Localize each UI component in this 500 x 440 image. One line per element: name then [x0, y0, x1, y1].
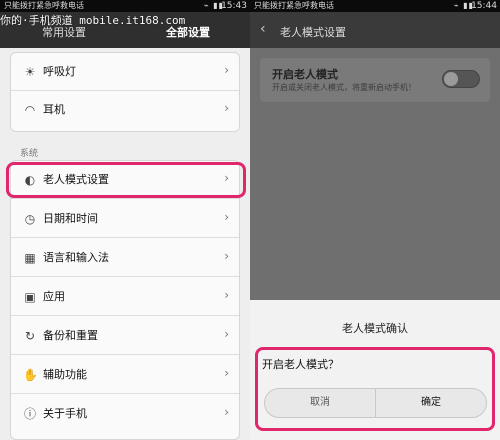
settings-item-label: 应用 — [43, 290, 65, 303]
status-time: 15:43 — [221, 1, 247, 11]
chevron-right-icon: › — [224, 101, 229, 115]
status-bar: 只能拨打紧急呼救电话 ⌁ ▮▮ 15:44 — [250, 0, 500, 12]
breathing-light-icon: ☀ — [24, 65, 36, 79]
settings-item-headset[interactable]: ◠ 耳机 › — [11, 91, 239, 129]
apps-icon: ▣ — [24, 290, 36, 304]
settings-item-backup-reset[interactable]: ↻ 备份和重置 › — [11, 317, 239, 355]
elder-mode-switch[interactable] — [442, 70, 480, 88]
settings-item-label: 关于手机 — [43, 407, 87, 420]
settings-screen-all: 只能拨打紧急呼救电话 ⌁ ▮▮ 15:43 你的·手机频道 mobile.it1… — [0, 0, 250, 440]
settings-card-top: ☀ 呼吸灯 › ◠ 耳机 › — [10, 52, 240, 132]
chevron-right-icon: › — [224, 405, 229, 419]
chevron-right-icon: › — [224, 366, 229, 380]
chevron-right-icon: › — [224, 327, 229, 341]
settings-item-label: 备份和重置 — [43, 329, 98, 342]
toggle-subtitle: 开启或关闭老人模式，将重新启动手机！ — [272, 83, 416, 92]
settings-item-date-time[interactable]: ◷ 日期和时间 › — [11, 200, 239, 238]
settings-item-language-input[interactable]: ▦ 语言和输入法 › — [11, 239, 239, 277]
dialog-title: 老人模式确认 — [342, 322, 408, 335]
settings-item-label: 日期和时间 — [43, 212, 98, 225]
elder-mode-toggle-row[interactable]: 开启老人模式 开启或关闭老人模式，将重新启动手机！ — [260, 58, 490, 102]
carrier-text: 只能拨打紧急呼救电话 — [4, 1, 84, 10]
page-header: ‹ 老人模式设置 — [250, 12, 500, 48]
backup-icon: ↻ — [24, 329, 36, 343]
settings-item-about-phone[interactable]: ⓘ 关于手机 › — [11, 395, 239, 433]
hand-icon: ✋ — [23, 368, 38, 382]
settings-item-label: 语言和输入法 — [43, 251, 109, 264]
section-label-system: 系统 — [20, 149, 39, 159]
highlight-annotation — [255, 347, 495, 431]
carrier-text: 只能拨打紧急呼救电话 — [254, 1, 334, 10]
toggle-title: 开启老人模式 — [272, 68, 338, 81]
status-time: 15:44 — [471, 1, 497, 11]
settings-item-label: 耳机 — [43, 103, 65, 116]
settings-item-accessibility[interactable]: ✋ 辅助功能 › — [11, 356, 239, 394]
elder-mode-screen: 只能拨打紧急呼救电话 ⌁ ▮▮ 15:44 ‹ 老人模式设置 开启老人模式 开启… — [250, 0, 500, 440]
headset-icon: ◠ — [24, 103, 36, 117]
settings-card-system: ◐ 老人模式设置 › ◷ 日期和时间 › ▦ 语言和输入法 › ▣ 应用 › ↻… — [10, 160, 240, 440]
highlight-annotation — [6, 162, 246, 198]
info-icon: ⓘ — [23, 407, 36, 421]
chevron-right-icon: › — [224, 288, 229, 302]
chevron-right-icon: › — [224, 63, 229, 77]
clock-icon: ◷ — [24, 212, 36, 226]
page-title: 老人模式设置 — [280, 26, 346, 39]
back-arrow-icon[interactable]: ‹ — [260, 21, 266, 37]
status-bar: 只能拨打紧急呼救电话 ⌁ ▮▮ 15:43 — [0, 0, 250, 12]
settings-item-apps[interactable]: ▣ 应用 › — [11, 278, 239, 316]
chevron-right-icon: › — [224, 210, 229, 224]
keyboard-icon: ▦ — [24, 251, 36, 265]
chevron-right-icon: › — [224, 249, 229, 263]
settings-item-label: 辅助功能 — [43, 368, 87, 381]
settings-item-breathing-light[interactable]: ☀ 呼吸灯 › — [11, 53, 239, 91]
settings-item-label: 呼吸灯 — [43, 65, 76, 78]
watermark: 你的·手机频道 mobile.it168.com — [0, 14, 186, 27]
